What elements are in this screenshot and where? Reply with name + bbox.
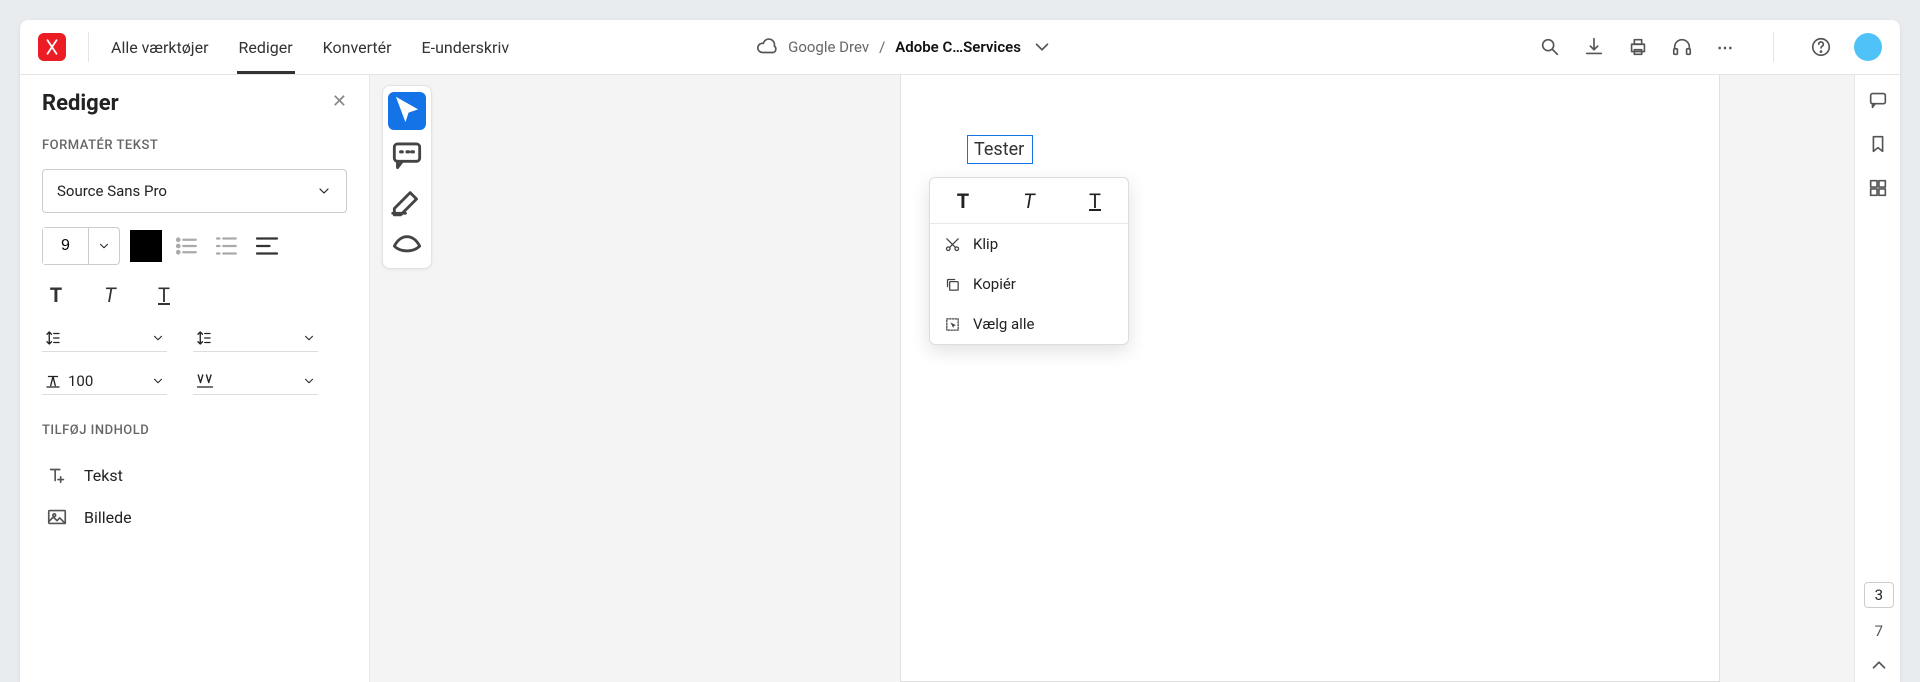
nav-convert[interactable]: Konvertér: [323, 22, 392, 73]
separator: [88, 32, 89, 62]
font-size-dropdown[interactable]: [89, 228, 119, 264]
paragraph-spacing-select[interactable]: [193, 325, 318, 352]
breadcrumb-source: Google Drev: [788, 38, 869, 56]
bookmark-icon[interactable]: [1867, 133, 1889, 155]
selected-text-box[interactable]: Tester: [967, 135, 1033, 164]
chat-icon[interactable]: [1867, 89, 1889, 111]
section-add-label: TILFØJ INDHOLD: [42, 423, 347, 438]
more-icon[interactable]: ⋯: [1715, 36, 1737, 58]
ctx-select-all[interactable]: Vælg alle: [930, 304, 1128, 344]
character-spacing-select[interactable]: [193, 368, 318, 395]
current-page-badge[interactable]: 3: [1864, 582, 1894, 608]
top-actions: ⋯: [1539, 32, 1882, 62]
ctx-copy[interactable]: Kopiér: [930, 264, 1128, 304]
help-icon[interactable]: [1810, 36, 1832, 58]
nav-tabs: Alle værktøjer Rediger Konvertér E-under…: [111, 22, 509, 73]
thumbnails-icon[interactable]: [1867, 177, 1889, 199]
breadcrumb[interactable]: Google Drev / Adobe C…Services: [756, 36, 1053, 58]
edit-panel: Rediger ✕ FORMATÉR TEKST Source Sans Pro: [20, 75, 370, 682]
nav-esign[interactable]: E-underskriv: [422, 22, 510, 73]
font-family-value: Source Sans Pro: [57, 182, 167, 200]
list-bullet-icon[interactable]: [172, 231, 202, 261]
align-icon[interactable]: [252, 231, 282, 261]
nav-edit[interactable]: Rediger: [239, 22, 293, 73]
add-text-button[interactable]: Tekst: [42, 454, 347, 496]
avatar[interactable]: [1854, 33, 1882, 61]
chevron-up-icon[interactable]: [1868, 654, 1890, 676]
top-bar: Alle værktøjer Rediger Konvertér E-under…: [20, 20, 1900, 75]
ctx-underline-icon[interactable]: T: [1080, 186, 1110, 216]
search-icon[interactable]: [1539, 36, 1561, 58]
font-family-select[interactable]: Source Sans Pro: [42, 169, 347, 213]
bold-icon[interactable]: T: [42, 281, 70, 309]
breadcrumb-sep: /: [879, 38, 885, 56]
ctx-cut[interactable]: Klip: [930, 224, 1128, 264]
separator: [1773, 32, 1774, 62]
headphones-icon[interactable]: [1671, 36, 1693, 58]
document-canvas[interactable]: Tester T T T Klip Kopiér: [370, 75, 1900, 682]
underline-icon[interactable]: T: [150, 281, 178, 309]
context-menu: T T T Klip Kopiér Vælg alle: [929, 177, 1129, 345]
add-image-label: Billede: [84, 508, 132, 527]
cloud-icon: [756, 36, 778, 58]
ctx-copy-label: Kopiér: [973, 275, 1016, 293]
add-text-label: Tekst: [84, 466, 123, 485]
horizontal-scale-select[interactable]: 100: [42, 368, 167, 395]
download-icon[interactable]: [1583, 36, 1605, 58]
close-icon[interactable]: ✕: [332, 91, 347, 112]
right-rail: 3 7: [1854, 75, 1900, 682]
section-format-label: FORMATÉR TEKST: [42, 138, 347, 153]
ctx-cut-label: Klip: [973, 235, 998, 253]
font-color-swatch[interactable]: [130, 230, 162, 262]
nav-all-tools[interactable]: Alle værktøjer: [111, 22, 209, 73]
font-size-input[interactable]: [43, 228, 89, 264]
page[interactable]: Tester T T T Klip Kopiér: [900, 75, 1720, 682]
ctx-bold-icon[interactable]: T: [948, 186, 978, 216]
chevron-down-icon[interactable]: [1031, 36, 1053, 58]
list-numbered-icon[interactable]: [212, 231, 242, 261]
line-spacing-select[interactable]: [42, 325, 167, 352]
horizontal-scale-value: 100: [68, 372, 108, 390]
breadcrumb-doc: Adobe C…Services: [895, 38, 1021, 56]
ctx-italic-icon[interactable]: T: [1014, 186, 1044, 216]
panel-title: Rediger: [42, 91, 119, 116]
print-icon[interactable]: [1627, 36, 1649, 58]
add-image-button[interactable]: Billede: [42, 496, 347, 538]
font-size-input-wrap: [42, 227, 120, 265]
total-pages: 7: [1875, 622, 1883, 640]
ctx-select-all-label: Vælg alle: [973, 315, 1034, 333]
italic-icon[interactable]: T: [96, 281, 124, 309]
app-logo: [38, 33, 66, 61]
